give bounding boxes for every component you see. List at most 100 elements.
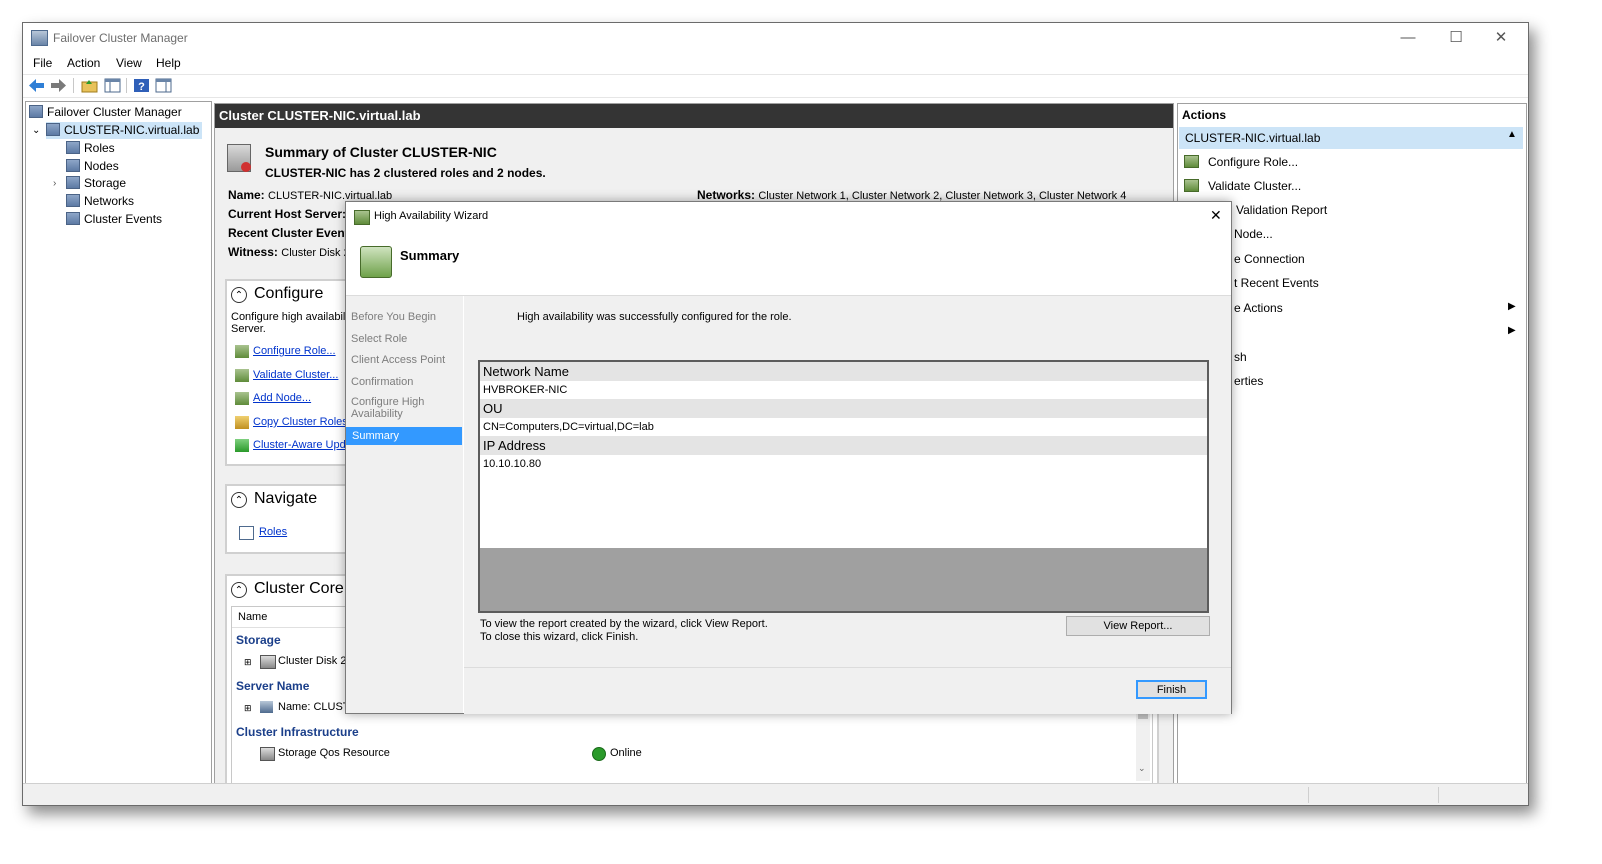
tree-expand-chevron-icon[interactable]: ⌄: [32, 122, 40, 139]
step-confirmation[interactable]: Confirmation: [351, 376, 413, 388]
navigation-tree: Failover Cluster Manager ⌄ CLUSTER-NIC.v…: [25, 101, 212, 803]
storage-item[interactable]: Cluster Disk 2: [278, 655, 346, 667]
configure-role-icon: [235, 345, 249, 358]
action-configure-role[interactable]: Configure Role...: [1208, 155, 1298, 169]
step-select-role[interactable]: Select Role: [351, 333, 407, 345]
action-properties[interactable]: erties: [1234, 374, 1263, 388]
validate-cluster-icon: [235, 369, 249, 382]
tree-collapse-chevron-icon[interactable]: ›: [53, 175, 56, 192]
back-icon[interactable]: [28, 78, 45, 93]
witness-value: Cluster Disk 2: [281, 247, 350, 259]
action-validation-report[interactable]: Validation Report: [1236, 203, 1327, 217]
server-name-group: Server Name: [236, 679, 310, 693]
validate-cluster-link[interactable]: Validate Cluster...: [253, 369, 338, 381]
help-icon[interactable]: ?: [133, 78, 150, 93]
server-expand-icon[interactable]: ⊞: [244, 703, 252, 714]
collapse-up-icon[interactable]: ▲: [1507, 129, 1517, 140]
wizard-close-button[interactable]: ✕: [1210, 207, 1222, 224]
wizard-hint-view-report: To view the report created by the wizard…: [480, 618, 768, 630]
storage-expand-icon[interactable]: ⊞: [244, 657, 252, 668]
scroll-down-icon[interactable]: ⌄: [1138, 763, 1146, 774]
menu-file[interactable]: File: [33, 56, 52, 70]
collapse-configure-icon[interactable]: ⌃: [231, 287, 247, 303]
status-divider: [1438, 787, 1439, 803]
menu-help[interactable]: Help: [156, 56, 181, 70]
report-value-ip-address: 10.10.10.80: [480, 455, 1207, 548]
step-configure-high-availability[interactable]: Configure High Availability: [351, 396, 441, 420]
wizard-page-icon: [360, 246, 392, 278]
step-summary-active[interactable]: Summary: [346, 427, 462, 445]
step-client-access-point[interactable]: Client Access Point: [351, 354, 445, 366]
step-before-you-begin[interactable]: Before You Begin: [351, 311, 436, 323]
action-close-connection[interactable]: e Connection: [1234, 252, 1305, 266]
tree-item-nodes[interactable]: Nodes: [66, 158, 119, 175]
action-more-actions[interactable]: e Actions: [1234, 301, 1283, 315]
tree-cluster-node[interactable]: CLUSTER-NIC.virtual.lab: [46, 122, 203, 139]
core-col-name[interactable]: Name: [238, 611, 267, 623]
tree-item-label: Nodes: [84, 159, 119, 173]
server-name-icon: [260, 701, 273, 713]
tree-root[interactable]: Failover Cluster Manager: [29, 104, 182, 121]
actions-section-header[interactable]: CLUSTER-NIC.virtual.lab ▲: [1179, 127, 1523, 149]
close-button[interactable]: ✕: [1491, 29, 1511, 47]
configure-role-link[interactable]: Configure Role...: [253, 345, 336, 357]
networks-row: Networks: Cluster Network 1, Cluster Net…: [697, 188, 1126, 202]
forward-icon[interactable]: [50, 78, 67, 93]
collapse-core-icon[interactable]: ⌃: [231, 582, 247, 598]
wizard-footer: Finish: [464, 667, 1231, 714]
server-name-item[interactable]: Name: CLUST: [278, 701, 350, 713]
events-icon: [66, 212, 80, 225]
copy-roles-link[interactable]: Copy Cluster Roles...: [253, 416, 357, 428]
tree-item-networks[interactable]: Networks: [66, 193, 134, 210]
show-hide-tree-icon[interactable]: [104, 78, 121, 93]
report-value-network-name: HVBROKER-NIC: [480, 381, 1207, 399]
host-label: Current Host Server:: [228, 207, 347, 221]
finish-button[interactable]: Finish: [1136, 680, 1207, 699]
tree-item-storage[interactable]: Storage: [66, 175, 126, 192]
minimize-button[interactable]: —: [1398, 29, 1418, 47]
center-header-label: Cluster CLUSTER-NIC.virtual.lab: [219, 108, 421, 123]
cluster-manager-icon: [29, 105, 43, 118]
cluster-aware-updating-icon: [235, 439, 249, 452]
tree-item-roles[interactable]: Roles: [66, 140, 115, 157]
storage-group: Storage: [236, 633, 281, 647]
toolbar: ?: [23, 74, 1528, 98]
disk-icon: [260, 655, 276, 669]
tree-item-label: Cluster Events: [84, 212, 163, 226]
view-report-button[interactable]: View Report...: [1066, 616, 1210, 636]
tree-item-label: Networks: [84, 194, 135, 208]
report-value-ou: CN=Computers,DC=virtual,DC=lab: [480, 418, 1207, 436]
status-divider: [1308, 787, 1309, 803]
wizard-body: High availability was successfully confi…: [464, 296, 1231, 667]
action-validate-cluster[interactable]: Validate Cluster...: [1208, 179, 1301, 193]
infrastructure-item[interactable]: Storage Qos Resource: [278, 747, 390, 759]
copy-roles-icon: [235, 416, 249, 429]
action-recent-events[interactable]: t Recent Events: [1234, 276, 1319, 290]
report-header-ip-address: IP Address: [480, 436, 1207, 455]
wizard-title-icon: [354, 210, 370, 225]
maximize-button[interactable]: ☐: [1446, 29, 1466, 47]
configure-role-icon: [1184, 155, 1199, 168]
wizard-steps: Before You Begin Select Role Client Acce…: [346, 296, 463, 713]
core-scrollbar[interactable]: ⌄: [1136, 707, 1150, 781]
add-node-link[interactable]: Add Node...: [253, 392, 311, 404]
wizard-hint-finish: To close this wizard, click Finish.: [480, 631, 639, 643]
action-add-node[interactable]: Node...: [1234, 227, 1273, 241]
collapse-navigate-icon[interactable]: ⌃: [231, 492, 247, 508]
infrastructure-status: Online: [610, 747, 642, 759]
report-header-ou: OU: [480, 399, 1207, 418]
toolbar-divider: [126, 78, 127, 93]
roles-icon: [66, 141, 80, 154]
menu-action[interactable]: Action: [67, 56, 100, 70]
action-refresh[interactable]: sh: [1234, 350, 1247, 364]
tree-item-label: Storage: [84, 176, 127, 190]
show-hide-action-pane-icon[interactable]: [155, 78, 172, 93]
infrastructure-group: Cluster Infrastructure: [236, 725, 359, 739]
tree-item-cluster-events[interactable]: Cluster Events: [66, 211, 162, 228]
roles-nav-link[interactable]: Roles: [259, 526, 287, 538]
up-folder-icon[interactable]: [81, 78, 98, 93]
actions-section-label: CLUSTER-NIC.virtual.lab: [1185, 131, 1321, 145]
cluster-aware-updating-link[interactable]: Cluster-Aware Upda: [253, 439, 352, 451]
title-bar[interactable]: Failover Cluster Manager — ☐ ✕: [23, 23, 1528, 53]
menu-view[interactable]: View: [116, 56, 142, 70]
